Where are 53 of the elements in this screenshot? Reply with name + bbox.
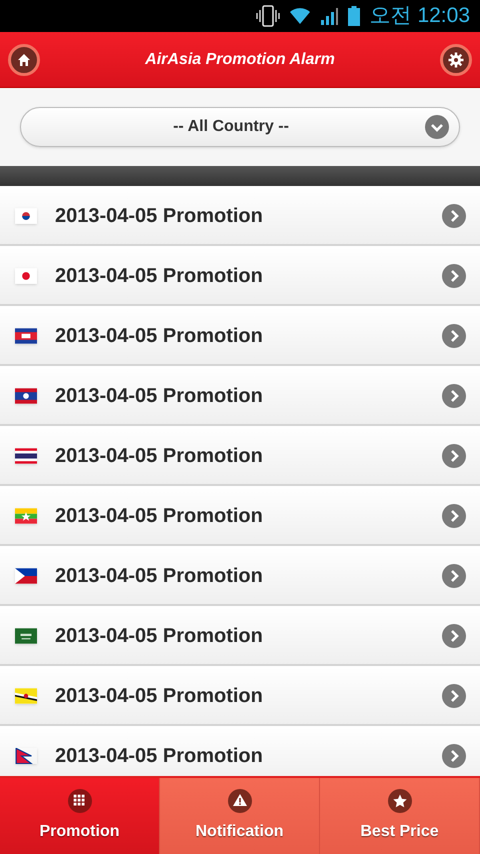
promotion-label: 2013-04-05 Promotion [55,744,264,768]
flag-icon [15,448,37,464]
chevron-right-icon [442,684,466,708]
chevron-right-icon [442,564,466,588]
flag-icon [15,508,37,524]
flag-icon [15,628,37,644]
battery-icon [348,6,360,26]
status-time: 오전 12:03 [370,3,470,30]
vibrate-icon [256,5,280,27]
promotion-label: 2013-04-05 Promotion [55,564,264,588]
chevron-right-icon [442,264,466,288]
settings-button[interactable] [440,44,472,76]
promotion-label: 2013-04-05 Promotion [55,684,264,708]
promotion-row[interactable]: 2013-04-05 Promotion [0,666,480,726]
flag-icon [15,208,37,224]
flag-icon [15,568,37,584]
promotion-label: 2013-04-05 Promotion [55,324,264,348]
chevron-right-icon [442,384,466,408]
chevron-right-icon [442,744,466,768]
chevron-right-icon [442,624,466,648]
home-icon [17,52,31,66]
promotion-row[interactable]: 2013-04-05 Promotion [0,366,480,426]
promotion-label: 2013-04-05 Promotion [55,444,264,468]
promotion-label: 2013-04-05 Promotion [55,624,264,648]
promotion-row[interactable]: 2013-04-05 Promotion [0,186,480,246]
promotion-row[interactable]: 2013-04-05 Promotion [0,486,480,546]
chevron-right-icon [442,444,466,468]
wifi-icon [290,8,310,24]
promotion-row[interactable]: 2013-04-05 Promotion [0,606,480,666]
chevron-right-icon [442,504,466,528]
promotion-label: 2013-04-05 Promotion [55,204,264,228]
warning-icon [226,788,252,814]
grid-icon [66,788,92,814]
chevron-right-icon [442,204,466,228]
nav-tab[interactable]: Promotion [0,778,160,854]
promotion-row[interactable]: 2013-04-05 Promotion [0,546,480,606]
chevron-down-icon [425,115,449,139]
promotion-label: 2013-04-05 Promotion [55,504,264,528]
flag-icon [15,328,37,344]
country-dropdown[interactable]: -- All Country -- [20,107,460,147]
chevron-right-icon [442,324,466,348]
flag-icon [15,268,37,284]
flag-icon [15,688,37,704]
promotion-row[interactable]: 2013-04-05 Promotion [0,426,480,486]
promotion-row[interactable]: 2013-04-05 Promotion [0,306,480,366]
signal-icon [320,7,338,25]
promotion-label: 2013-04-05 Promotion [55,384,264,408]
promotion-label: 2013-04-05 Promotion [55,264,264,288]
home-button[interactable] [8,44,40,76]
flag-icon [15,388,37,404]
settings-icon [448,52,464,68]
promotion-row[interactable]: 2013-04-05 Promotion [0,246,480,306]
app-title: AirAsia Promotion Alarm [145,50,335,70]
